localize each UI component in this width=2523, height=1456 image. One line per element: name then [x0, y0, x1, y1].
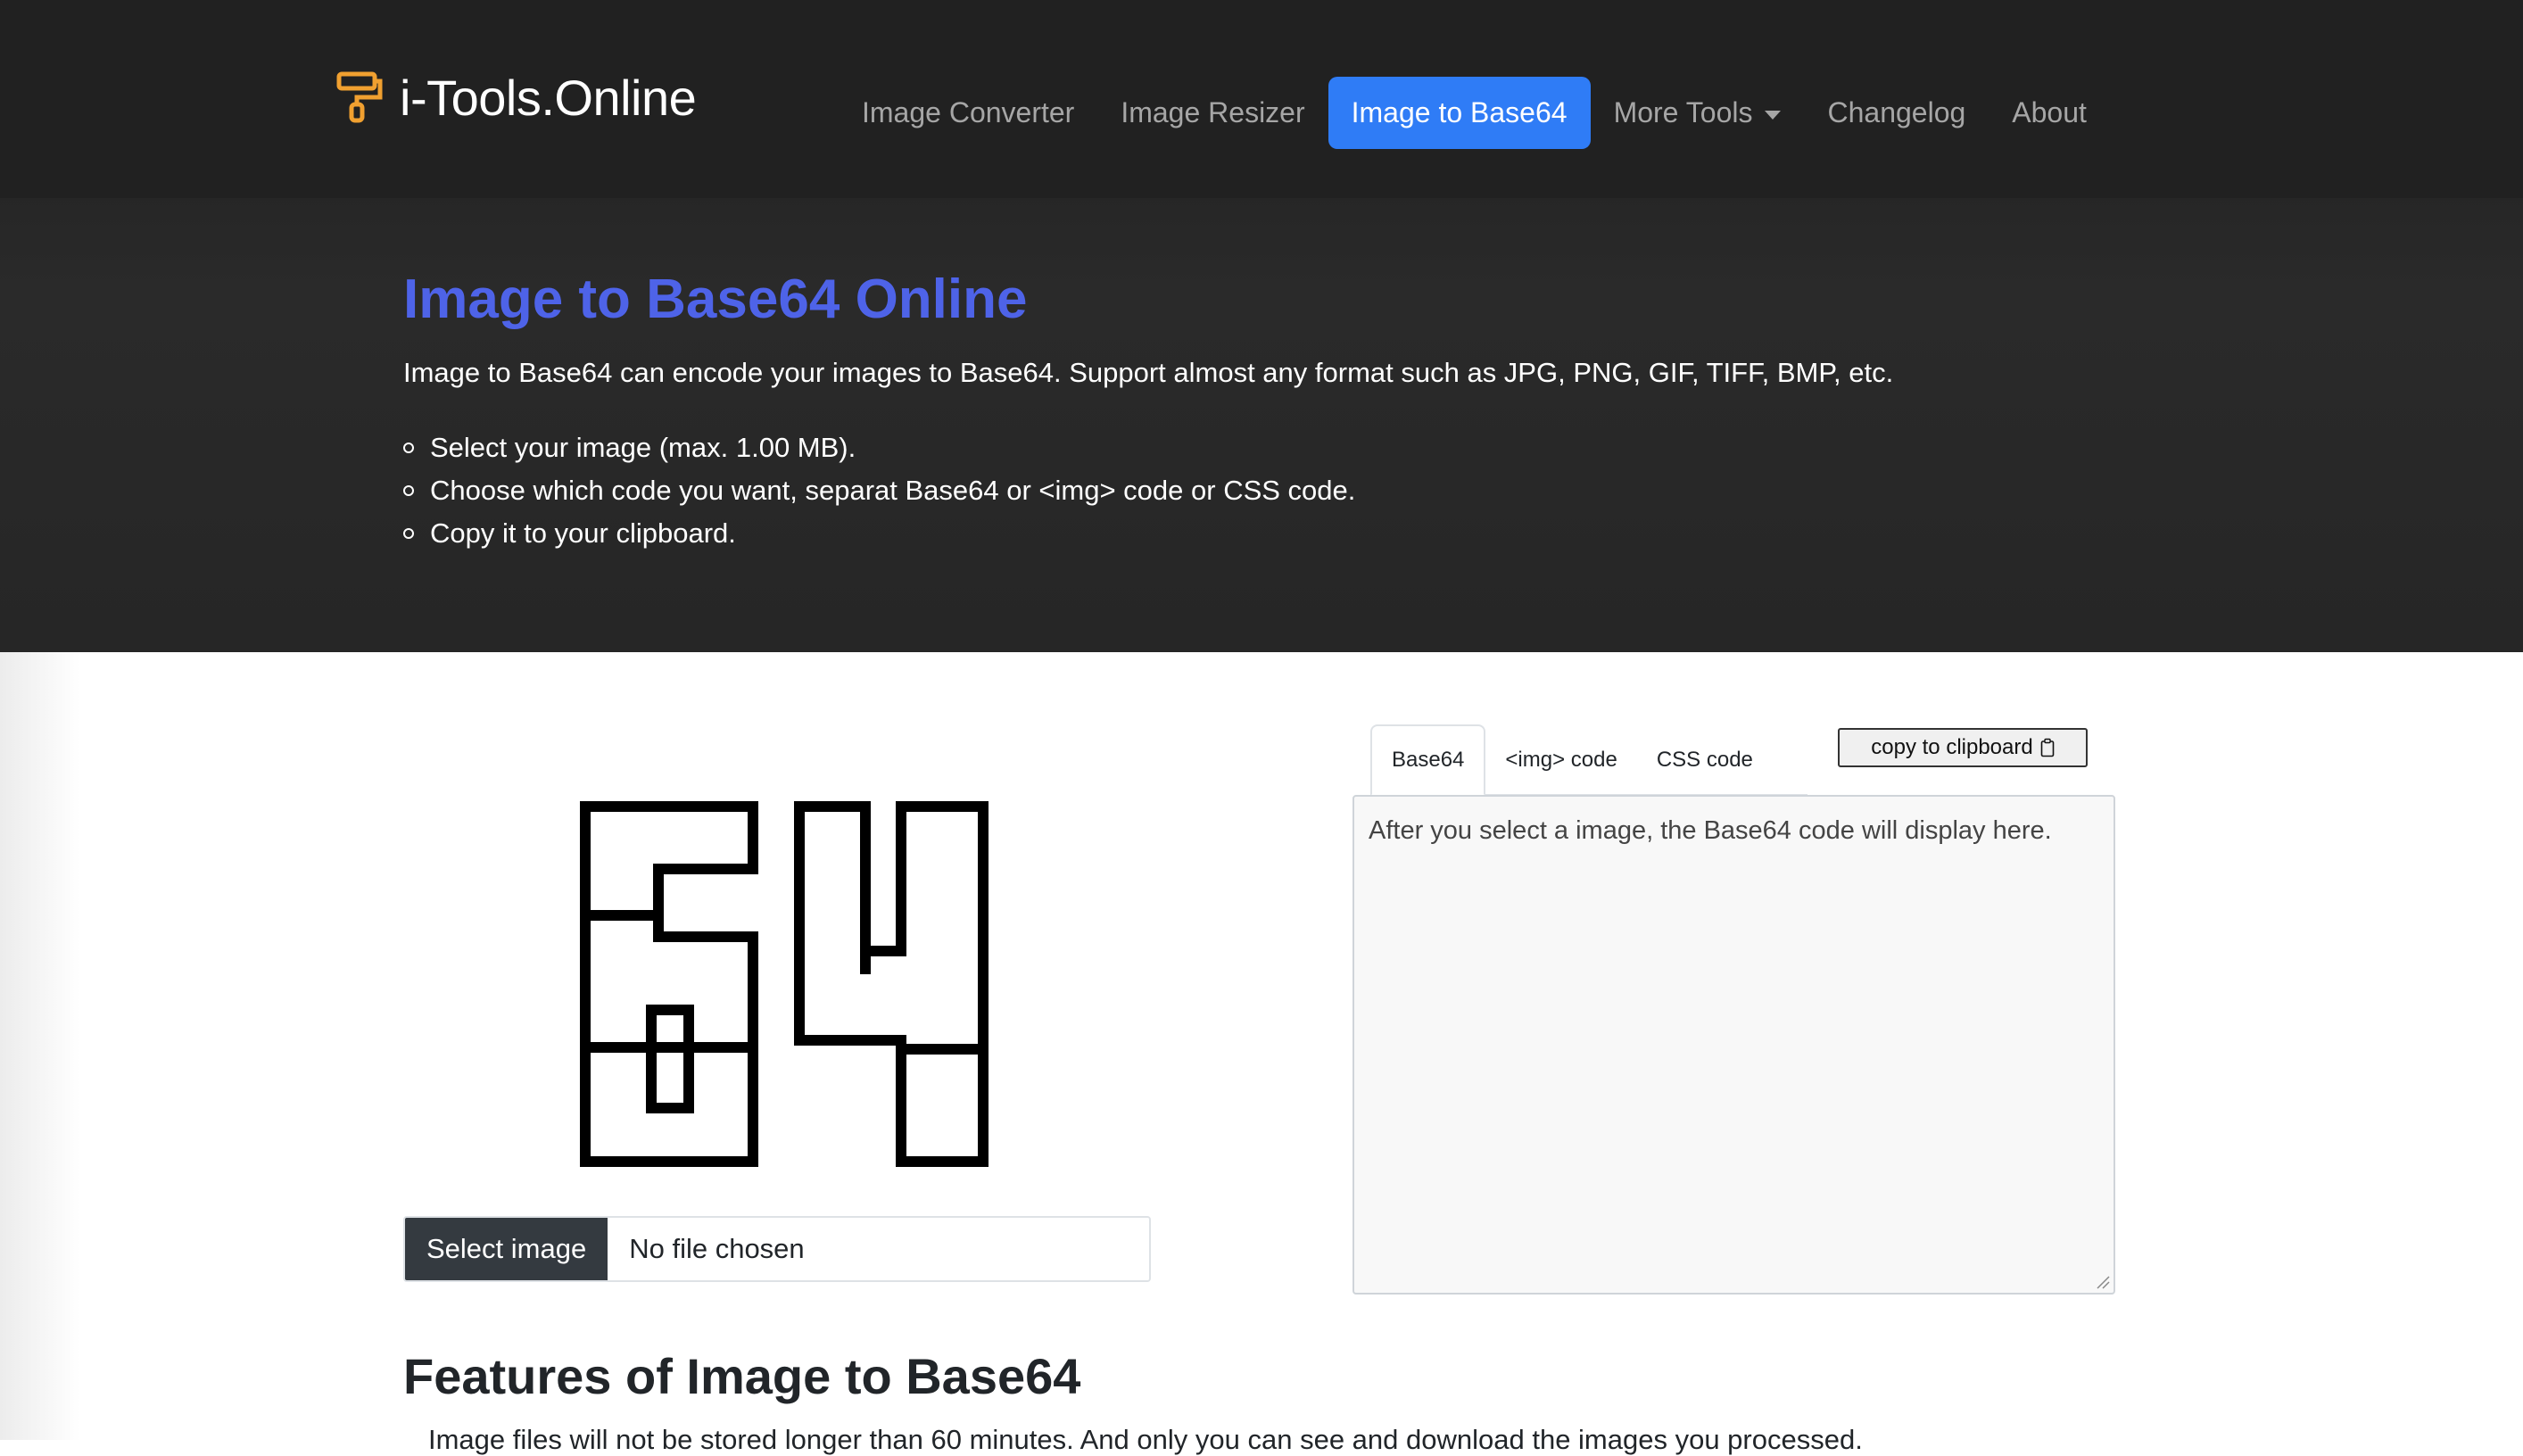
nav-image-to-base64[interactable]: Image to Base64 — [1328, 77, 1591, 149]
features-first-line: Image files will not be stored longer th… — [428, 1424, 1863, 1455]
bullet-icon — [403, 485, 414, 496]
list-item: Select your image (max. 1.00 MB). — [403, 426, 1355, 469]
step-text: Select your image (max. 1.00 MB). — [430, 432, 856, 463]
navbar: i-Tools.Online Image Converter Image Res… — [0, 0, 2523, 198]
paint-roller-icon — [336, 71, 383, 123]
brand-name: i-Tools.Online — [400, 69, 697, 126]
step-text: Choose which code you want, separat Base… — [430, 475, 1356, 506]
output-tabs: Base64 <img> code CSS code — [1370, 724, 1807, 796]
step-text: Copy it to your clipboard. — [430, 517, 736, 549]
clipboard-icon — [2040, 738, 2055, 757]
tab-base64[interactable]: Base64 — [1370, 724, 1486, 796]
list-item: Choose which code you want, separat Base… — [403, 469, 1355, 512]
resize-handle-icon[interactable] — [2094, 1273, 2110, 1289]
base64-output-textarea[interactable]: After you select a image, the Base64 cod… — [1352, 795, 2115, 1295]
nav-image-converter[interactable]: Image Converter — [839, 77, 1097, 149]
bullet-icon — [403, 528, 414, 539]
nav-changelog[interactable]: Changelog — [1804, 77, 1989, 149]
copy-label: copy to clipboard — [1871, 735, 2033, 759]
features-heading: Features of Image to Base64 — [403, 1348, 1081, 1404]
chevron-down-icon — [1765, 110, 1782, 120]
nav-about[interactable]: About — [1989, 77, 2110, 149]
main-nav: Image Converter Image Resizer Image to B… — [839, 77, 2110, 149]
nav-image-resizer[interactable]: Image Resizer — [1097, 77, 1328, 149]
tab-img-code[interactable]: <img> code — [1485, 726, 1636, 794]
file-picker[interactable]: Select image No file chosen — [403, 1216, 1151, 1282]
tab-css-code[interactable]: CSS code — [1637, 726, 1773, 794]
page-title: Image to Base64 Online — [403, 269, 1028, 330]
file-status: No file chosen — [608, 1218, 1149, 1280]
page-description: Image to Base64 can encode your images t… — [403, 357, 1894, 388]
brand-logo[interactable]: i-Tools.Online — [335, 66, 697, 128]
output-placeholder: After you select a image, the Base64 cod… — [1369, 816, 2052, 845]
copy-to-clipboard-button[interactable]: copy to clipboard — [1838, 728, 2088, 767]
base64-logo-icon — [580, 801, 989, 1167]
page-shadow — [0, 652, 80, 1440]
list-item: Copy it to your clipboard. — [403, 512, 1355, 555]
select-image-button[interactable]: Select image — [405, 1218, 608, 1280]
steps-list: Select your image (max. 1.00 MB). Choose… — [403, 426, 1355, 555]
nav-more-tools-dropdown[interactable]: More Tools — [1591, 77, 1805, 149]
bullet-icon — [403, 443, 414, 453]
nav-more-tools-label: More Tools — [1613, 96, 1753, 128]
